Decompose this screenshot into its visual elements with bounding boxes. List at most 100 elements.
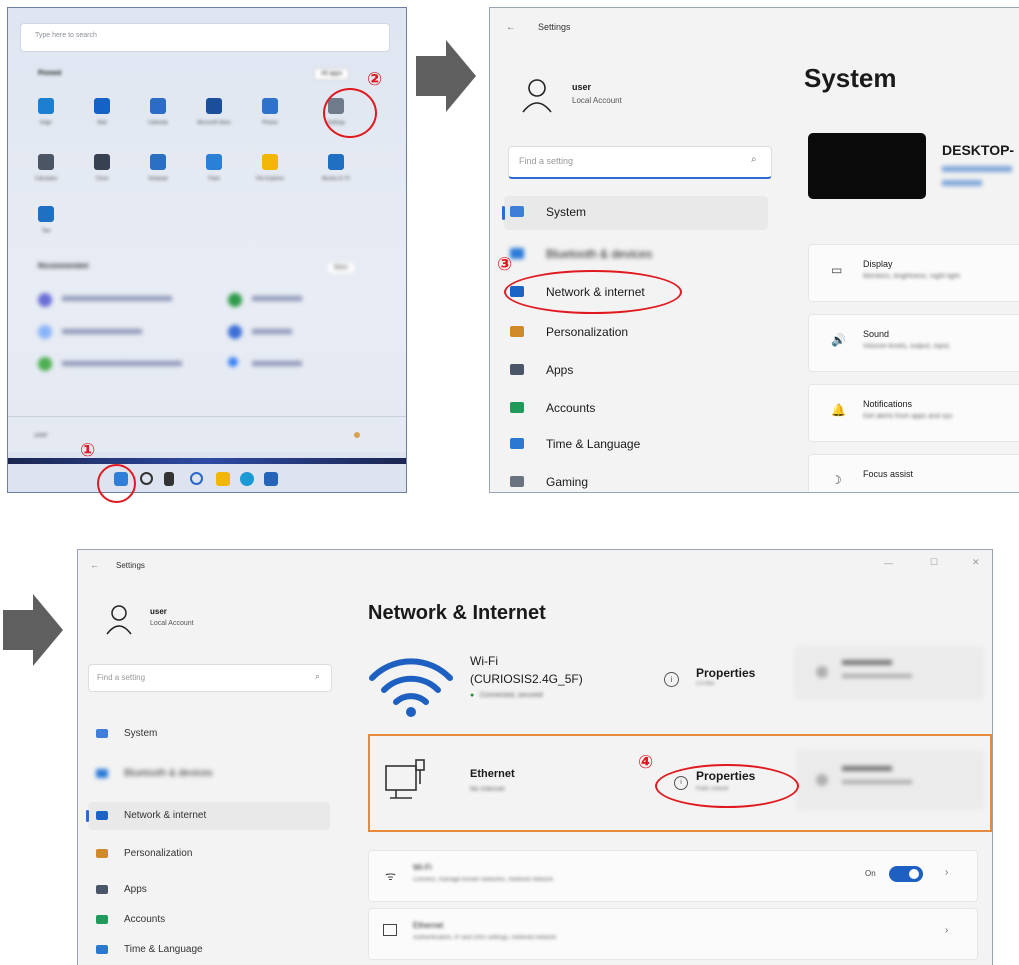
sidebar-item-icon [510, 326, 524, 337]
find-setting-input[interactable]: Find a setting ⌕ [88, 664, 332, 692]
sidebar-item[interactable]: Personalization [92, 840, 332, 868]
wifi-toggle[interactable] [889, 866, 923, 882]
find-setting-input[interactable]: Find a setting ⌕ [508, 146, 772, 179]
sidebar-item-label: Bluetooth & devices [546, 247, 653, 261]
step-4-ring [655, 764, 799, 808]
wifi-properties-link[interactable]: Properties [696, 666, 755, 680]
sidebar-item[interactable]: System [92, 720, 332, 748]
app-icon [206, 98, 222, 114]
system-setting-card[interactable]: ▭ Display Monitors, brightness, night ligh… [808, 244, 1019, 302]
chevron-right-icon: › [945, 867, 949, 878]
card-icon: 🔔 [831, 403, 846, 417]
wifi-band: 2.4 GHz [696, 681, 715, 687]
sidebar-item[interactable]: Apps [92, 876, 332, 904]
app-label: Calculator [34, 176, 58, 182]
app-icon [150, 98, 166, 114]
store-icon[interactable] [264, 472, 278, 486]
sidebar-item[interactable]: Apps [508, 354, 763, 386]
edge-icon[interactable] [240, 472, 254, 486]
sidebar-item[interactable]: Network & internet [92, 802, 332, 830]
info-icon: i [664, 672, 679, 687]
back-icon[interactable]: ← [90, 560, 99, 570]
ethernet-settings-row[interactable]: Ethernet Authentication, IP and DNS sett… [368, 908, 978, 960]
pinned-app[interactable]: Movies & TV [313, 154, 359, 182]
system-setting-card[interactable]: ☽ Focus assist [808, 454, 1019, 492]
all-apps-button[interactable]: All apps [314, 68, 350, 80]
sidebar-item-label: Bluetooth & devices [124, 768, 213, 779]
sidebar-item[interactable]: Time & Language [508, 428, 763, 460]
card-title: Sound [863, 329, 890, 339]
system-setting-card[interactable]: 🔊 Sound Volume levels, output, input, [808, 314, 1019, 372]
more-button[interactable]: More [328, 263, 354, 273]
card-icon: ▭ [831, 263, 843, 277]
wifi-toggle-state: On [865, 869, 876, 878]
sidebar-item-icon [510, 438, 524, 449]
app-icon [94, 154, 110, 170]
chat-icon[interactable] [190, 472, 203, 485]
app-icon [38, 98, 54, 114]
sidebar-item[interactable]: Accounts [92, 906, 332, 934]
taskbar-wallpaper-strip [8, 458, 406, 464]
pinned-app[interactable]: Edge [23, 98, 69, 126]
right-arrow-icon [416, 40, 476, 112]
wifi-status: Connected, secured [480, 692, 543, 699]
recommended-label: Recommended [38, 263, 89, 270]
sidebar-item[interactable]: Bluetooth & devices [92, 760, 332, 788]
ethernet-data-usage-blurred[interactable] [796, 750, 984, 810]
user-avatar-icon [522, 79, 552, 113]
search-icon[interactable] [140, 472, 153, 485]
power-icon[interactable] [354, 432, 360, 438]
pinned-app[interactable]: Photos [247, 98, 293, 126]
device-name: DESKTOP- [942, 142, 1015, 158]
sidebar-item-icon [96, 729, 108, 738]
ethernet-row-icon [383, 924, 397, 936]
system-setting-card[interactable]: 🔔 Notifications Get alerts from apps and s… [808, 384, 1019, 442]
page-title: Network & Internet [368, 602, 546, 624]
card-icon: 🔊 [831, 333, 846, 347]
back-icon[interactable]: ← [506, 22, 516, 33]
app-label: Movies & TV [321, 176, 351, 182]
sidebar-item-icon [96, 915, 108, 924]
pinned-app[interactable]: Mail [79, 98, 125, 126]
start-user-name[interactable]: user [34, 432, 48, 439]
app-icon [38, 154, 54, 170]
data-usage-card-blurred[interactable] [794, 646, 984, 700]
sidebar-item-icon [96, 849, 108, 858]
pinned-app[interactable]: Calculator [23, 154, 69, 182]
sidebar-item[interactable]: System [508, 196, 763, 228]
pinned-app[interactable]: Microsoft Store [191, 98, 237, 126]
close-button[interactable]: ✕ [972, 557, 980, 568]
card-title: Notifications [863, 399, 913, 409]
nav-selection-indicator [502, 206, 505, 220]
task-view-icon[interactable] [164, 472, 174, 486]
sidebar-item[interactable]: Personalization [508, 316, 763, 348]
pinned-app[interactable]: Tips [23, 206, 69, 234]
rename-link-blurred[interactable] [942, 180, 982, 186]
window-title: Settings [538, 22, 571, 32]
pinned-app[interactable]: Calendar [135, 98, 181, 126]
start-search-box[interactable]: Type here to search [20, 23, 390, 52]
right-arrow-icon-2 [3, 594, 63, 666]
app-label: Edge [40, 120, 52, 126]
card-description: Volume levels, output, input, [863, 343, 951, 350]
wifi-connected-icon: ● [470, 692, 475, 699]
device-model-blurred [942, 166, 1012, 172]
sidebar-item-icon [96, 769, 108, 778]
pinned-app[interactable]: File Explorer [247, 154, 293, 182]
wifi-settings-row[interactable]: ᯤ Wi-Fi Connect, manage known networks, … [368, 850, 978, 902]
settings-system-panel: ← Settings user Local Account Find a set… [489, 7, 1019, 493]
pinned-app[interactable]: Clock [79, 154, 125, 182]
sidebar-item[interactable]: Gaming [508, 466, 763, 492]
minimize-button[interactable]: — [884, 558, 893, 568]
sidebar-item[interactable]: Accounts [508, 392, 763, 424]
pinned-app[interactable]: Paint [191, 154, 237, 182]
sidebar-item[interactable]: Bluetooth & devices [508, 238, 763, 270]
step-3-label: ③ [497, 254, 513, 275]
start-search-placeholder: Type here to search [35, 32, 97, 39]
maximize-button[interactable]: ☐ [930, 557, 938, 568]
file-explorer-icon[interactable] [216, 472, 230, 486]
sidebar-item[interactable]: Time & Language [92, 936, 332, 964]
sidebar-item-label: System [124, 728, 158, 739]
pinned-app[interactable]: Notepad [135, 154, 181, 182]
wifi-row-icon: ᯤ [385, 869, 396, 883]
